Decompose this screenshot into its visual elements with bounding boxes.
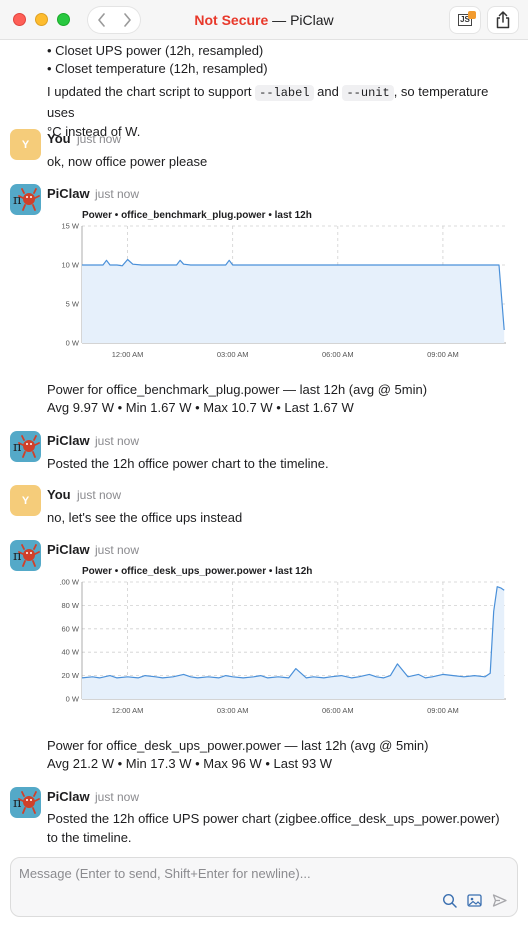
js-toggle-button[interactable]: JS xyxy=(450,7,480,33)
bullet-closet-temperature: • Closet temperature (12h, resampled) xyxy=(47,61,268,76)
x-tick-label: 03:00 AM xyxy=(217,706,249,715)
piclaw-logo-icon: π xyxy=(13,791,40,814)
share-icon xyxy=(496,11,510,29)
js-warning-badge xyxy=(468,11,476,19)
message-text: Posted the 12h office UPS power chart (z… xyxy=(47,811,500,845)
share-button[interactable] xyxy=(488,7,518,33)
timestamp: just now xyxy=(77,488,122,502)
y-tick-label: 80 W xyxy=(61,601,79,610)
y-tick-label: 20 W xyxy=(61,671,79,680)
x-tick-label: 06:00 AM xyxy=(322,706,354,715)
window-title: Not Secure — PiClaw xyxy=(0,12,528,28)
send-icon[interactable] xyxy=(492,893,507,908)
timestamp: just now xyxy=(95,543,140,557)
piclaw-logo-icon: π xyxy=(13,188,40,211)
sender-name: You xyxy=(47,487,71,502)
not-secure-label: Not Secure xyxy=(194,12,269,28)
timestamp: just now xyxy=(95,187,140,201)
x-tick-label: 03:00 AM xyxy=(217,350,249,359)
image-icon[interactable] xyxy=(467,893,482,908)
y-tick-label: 0 W xyxy=(66,695,80,704)
timestamp: just now xyxy=(77,132,122,146)
search-icon[interactable] xyxy=(442,893,457,908)
x-tick-label: 09:00 AM xyxy=(427,706,459,715)
message-text: no, let's see the office ups instead xyxy=(47,510,243,525)
sender-name: PiClaw xyxy=(47,186,90,201)
title-separator: — xyxy=(272,12,287,28)
avatar: π xyxy=(10,184,41,215)
prior-text-a: I updated the chart script to support xyxy=(47,84,256,99)
x-tick-label: 09:00 AM xyxy=(427,350,459,359)
avatar: Y xyxy=(10,129,41,160)
avatar: Y xyxy=(10,485,41,516)
chart-title: Power • office_desk_ups_power.power • la… xyxy=(82,566,312,577)
x-tick-label: 12:00 AM xyxy=(112,350,144,359)
chart-caption-title: Power for office_desk_ups_power.power — … xyxy=(47,738,429,753)
avatar: π xyxy=(10,540,41,571)
avatar: π xyxy=(10,431,41,462)
avatar: π xyxy=(10,787,41,818)
svg-text:π: π xyxy=(13,440,22,455)
y-tick-label: 0 W xyxy=(66,339,80,348)
y-tick-label: 100 W xyxy=(60,578,80,587)
chart-office-desk-ups: Power • office_desk_ups_power.power • la… xyxy=(60,563,515,723)
x-tick-label: 06:00 AM xyxy=(322,350,354,359)
code-unit-flag: --unit xyxy=(342,85,394,101)
timestamp: just now xyxy=(95,790,140,804)
message-text: Posted the 12h office power chart to the… xyxy=(47,456,329,471)
svg-text:π: π xyxy=(13,549,22,564)
sender-name: PiClaw xyxy=(47,433,90,448)
sender-name: PiClaw xyxy=(47,789,90,804)
chart-office-benchmark-plug: Power • office_benchmark_plug.power • la… xyxy=(60,207,515,367)
y-tick-label: 15 W xyxy=(61,222,79,231)
message-composer[interactable]: Message (Enter to send, Shift+Enter for … xyxy=(10,857,518,917)
series-area xyxy=(82,259,505,343)
svg-text:π: π xyxy=(13,796,22,811)
chart-title: Power • office_benchmark_plug.power • la… xyxy=(82,210,312,221)
chart-caption-stats: Avg 9.97 W • Min 1.67 W • Max 10.7 W • L… xyxy=(47,400,354,415)
chart-caption-stats: Avg 21.2 W • Min 17.3 W • Max 96 W • Las… xyxy=(47,756,333,771)
message-text: ok, now office power please xyxy=(47,154,208,169)
code-label-flag: --label xyxy=(255,85,314,101)
piclaw-logo-icon: π xyxy=(13,435,40,458)
piclaw-logo-icon: π xyxy=(13,544,40,567)
title-bar: Not Secure — PiClaw JS xyxy=(0,0,528,40)
svg-text:π: π xyxy=(13,193,22,208)
sender-name: PiClaw xyxy=(47,542,90,557)
y-tick-label: 60 W xyxy=(61,624,79,633)
series-line xyxy=(81,586,505,679)
bullet-closet-ups: • Closet UPS power (12h, resampled) xyxy=(47,43,264,58)
x-tick-label: 12:00 AM xyxy=(112,706,144,715)
series-area xyxy=(82,586,505,699)
prior-text-b: and xyxy=(313,84,343,99)
timestamp: just now xyxy=(95,434,140,448)
timeline[interactable]: • Closet UPS power (12h, resampled) • Cl… xyxy=(0,40,528,852)
chart-caption-title: Power for office_benchmark_plug.power — … xyxy=(47,382,428,397)
y-tick-label: 5 W xyxy=(66,300,80,309)
y-tick-label: 10 W xyxy=(61,261,79,270)
app-name: PiClaw xyxy=(290,12,334,28)
chart-svg: Power • office_desk_ups_power.power • la… xyxy=(60,566,506,715)
y-tick-label: 40 W xyxy=(61,648,79,657)
message-input[interactable]: Message (Enter to send, Shift+Enter for … xyxy=(19,866,311,881)
chart-svg: Power • office_benchmark_plug.power • la… xyxy=(61,210,506,359)
sender-name: You xyxy=(47,131,71,146)
